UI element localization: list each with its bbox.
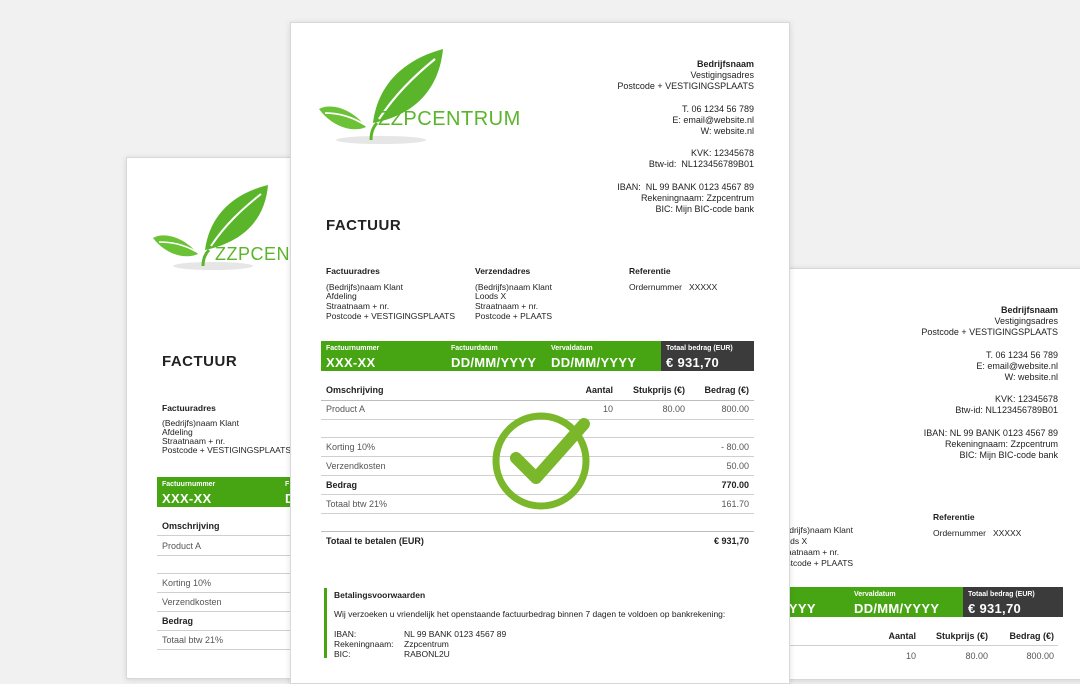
total-amount-box: Totaal bedrag (EUR) € 931,70 [661,341,754,371]
terms-bic-value: RABONL2U [404,649,450,659]
shipping-line: Postcode + PLAATS [475,311,553,321]
billing-heading: Factuuradres [162,403,216,413]
terms-bic-label: BIC: [334,649,351,659]
invoice-number-label: Factuurnummer [326,345,380,352]
vat-amount: 161.70 [721,499,749,509]
total-amount-value: € 931,70 [666,355,720,370]
due-date-value: DD/MM/YYYY [854,601,940,616]
company-btw: Btw-id: NL123456789B01 [955,405,1058,415]
item-amount: 800.00 [721,404,749,414]
due-date-label: Vervaldatum [854,591,896,598]
company-phone: T. 06 1234 56 789 [985,350,1058,360]
item-amount: 800.00 [1026,651,1054,661]
invoice-date-value: DD/MM/YYYY [451,355,537,370]
invoice-title: FACTUUR [162,353,238,370]
table-header-qty: Aantal [888,631,916,641]
invoice-info-bar: /YYYY Vervaldatum DD/MM/YYYY [766,587,963,617]
item-desc: Product A [162,541,202,551]
invoice-number-label: Factuurnummer [162,481,216,488]
billing-heading: Factuuradres [326,266,380,276]
checkmark-circle-icon [492,412,590,510]
invoice-number-value: XXX-XX [326,355,376,370]
company-kvk: KVK: 12345678 [690,148,754,158]
company-btw: Btw-id: NL123456789B01 [648,159,754,169]
item-desc: Product A [326,404,366,414]
invoice-date-label: Factuurdatum [451,345,498,352]
discount-label: Korting 10% [326,442,376,452]
item-unit: 80.00 [662,404,685,414]
company-address: Vestigingsadres [994,316,1058,326]
divider [766,645,1058,646]
reference-line: Ordernummer XXXXX [933,528,1022,538]
divider [321,400,754,401]
subtotal-label: Bedrag [326,480,358,490]
table-header-amount: Bedrag (€) [1009,631,1054,641]
billing-line: Postcode + VESTIGINGSPLAATS [326,311,456,321]
company-account-name: Rekeningnaam: Zzpcentrum [944,439,1058,449]
shipping-cost-amount: 50.00 [726,461,749,471]
company-kvk: KVK: 12345678 [994,394,1058,404]
due-date-value: DD/MM/YYYY [551,355,637,370]
shipping-heading: Verzendadres [475,266,531,276]
table-header-qty: Aantal [585,385,613,395]
item-unit: 80.00 [965,651,988,661]
subtotal-amount: 770.00 [721,480,749,490]
table-header-unit: Stukprijs (€) [632,385,685,395]
invoice-sheet-main: ZZPCENTRUM Bedrijfsnaam Vestigingsadres … [290,22,790,684]
total-amount-box: Totaal bedrag (EUR) € 931,70 [963,587,1063,617]
reference-heading: Referentie [933,512,975,522]
company-web: W: website.nl [700,126,754,136]
payment-terms-heading: Betalingsvoorwaarden [334,590,426,600]
subtotal-label: Bedrag [162,616,194,626]
table-header-desc: Omschrijving [162,521,220,531]
reference-heading: Referentie [629,266,671,276]
company-email: E: email@website.nl [672,115,754,125]
reference-line: Ordernummer XXXXX [629,282,718,292]
table-header-unit: Stukprijs (€) [935,631,988,641]
invoice-date-label-partial: F [285,481,290,488]
company-iban: IBAN: NL 99 BANK 0123 4567 89 [617,182,754,192]
company-web: W: website.nl [1004,372,1058,382]
shipping-cost-label: Verzendkosten [162,597,222,607]
company-bic: BIC: Mijn BIC-code bank [959,450,1058,460]
company-iban: IBAN: NL 99 BANK 0123 4567 89 [923,428,1058,438]
total-amount-label: Totaal bedrag (EUR) [666,345,733,352]
shipping-cost-label: Verzendkosten [326,461,386,471]
company-postal: Postcode + VESTIGINGSPLAATS [921,327,1058,337]
payment-terms-text: Wij verzoeken u vriendelijk het openstaa… [334,609,726,619]
due-date-label: Vervaldatum [551,345,593,352]
invoice-title: FACTUUR [326,217,402,234]
company-name: Bedrijfsnaam [1000,305,1058,315]
discount-amount: - 80.00 [720,442,749,452]
discount-label: Korting 10% [162,578,212,588]
table-header-amount: Bedrag (€) [704,385,749,395]
payment-terms-accent [324,588,327,658]
total-amount-value: € 931,70 [968,601,1022,616]
grand-total-label: Totaal te betalen (EUR) [326,536,424,546]
company-name: Bedrijfsnaam [696,59,754,69]
company-postal: Postcode + VESTIGINGSPLAATS [617,81,754,91]
invoice-info-bar: Factuurnummer XXX-XX Factuurdatum DD/MM/… [321,341,661,371]
billing-line: Postcode + VESTIGINGSPLAATS [162,445,292,455]
company-address: Vestigingsadres [690,70,754,80]
invoice-number-value: XXX-XX [162,491,212,506]
company-phone: T. 06 1234 56 789 [681,104,754,114]
vat-label: Totaal btw 21% [162,635,224,645]
company-bic: BIC: Mijn BIC-code bank [655,204,754,214]
vat-label: Totaal btw 21% [326,499,388,509]
divider [321,531,754,532]
table-header-desc: Omschrijving [326,385,384,395]
company-email: E: email@website.nl [976,361,1058,371]
total-amount-label: Totaal bedrag (EUR) [968,591,1035,598]
grand-total-amount: € 931,70 [713,536,749,546]
item-qty: 10 [905,651,916,661]
invoice-sheet-right: Bedrijfsnaam Vestigingsadres Postcode + … [765,268,1080,680]
company-account-name: Rekeningnaam: Zzpcentrum [640,193,754,203]
